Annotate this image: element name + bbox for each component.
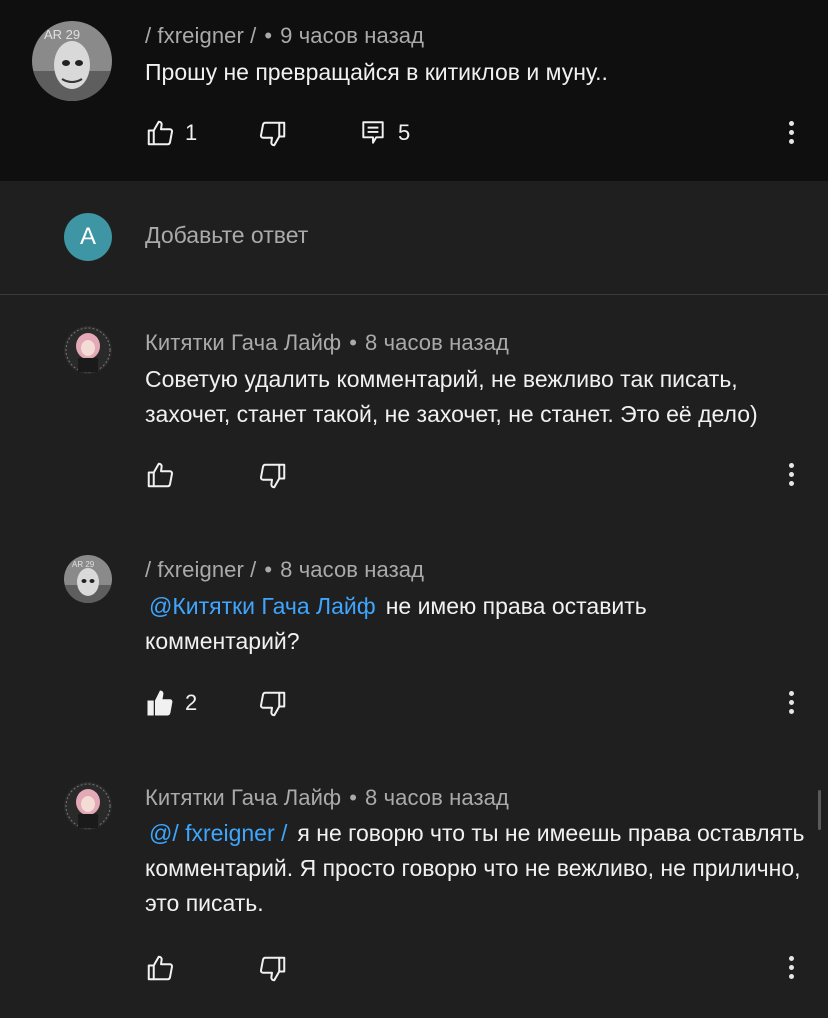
mention-link[interactable]: @Китятки Гача Лайф <box>149 593 376 619</box>
comment-replies-icon <box>362 121 384 144</box>
thumb-up-icon <box>147 120 174 146</box>
comment-time: 9 часов назад <box>280 23 425 48</box>
comment-meta: / fxreigner / • 8 часов назад <box>145 557 424 583</box>
comment-meta: Китятки Гача Лайф • 8 часов назад <box>145 785 509 811</box>
replies-button[interactable]: 5 <box>360 119 410 147</box>
like-button[interactable] <box>145 460 175 490</box>
more-vertical-icon[interactable] <box>788 688 796 718</box>
author-avatar[interactable]: AR 29 <box>64 555 112 603</box>
thumb-down-icon <box>259 956 286 982</box>
author-avatar[interactable] <box>64 326 112 374</box>
comment-text: @Китятки Гача Лайф не имею права оставить… <box>145 589 805 659</box>
like-button[interactable] <box>145 953 175 983</box>
author-avatar[interactable]: AR 29 <box>32 21 112 101</box>
thumb-down-icon <box>259 463 286 489</box>
dislike-button[interactable] <box>258 119 288 149</box>
author-name[interactable]: Китятки Гача Лайф <box>145 330 341 355</box>
comment-text: @/ fxreigner / я не говорю что ты не имее… <box>145 816 805 921</box>
author-avatar[interactable] <box>64 782 112 830</box>
like-count: 2 <box>185 690 198 715</box>
like-button[interactable]: 1 <box>145 118 197 148</box>
comment-meta: Китятки Гача Лайф • 8 часов назад <box>145 330 509 356</box>
comment-meta: / fxreigner / • 9 часов назад <box>145 23 424 49</box>
thumb-down-icon <box>259 691 286 717</box>
reply-input-row[interactable] <box>0 181 828 295</box>
thumb-up-filled-icon <box>147 690 173 716</box>
dislike-button[interactable] <box>258 689 288 719</box>
separator-dot: • <box>264 557 273 582</box>
author-name[interactable]: / fxreigner / <box>145 23 256 48</box>
more-vertical-icon[interactable] <box>788 460 796 490</box>
separator-dot: • <box>349 785 358 810</box>
comment-time: 8 часов назад <box>365 330 509 355</box>
thumb-up-icon <box>147 462 174 488</box>
separator-dot: • <box>349 330 358 355</box>
author-name[interactable]: Китятки Гача Лайф <box>145 785 341 810</box>
more-vertical-icon[interactable] <box>788 118 796 148</box>
svg-text:AR 29: AR 29 <box>44 27 80 42</box>
comment-time: 8 часов назад <box>280 557 425 582</box>
thumb-down-icon <box>259 121 286 147</box>
top-comment: AR 29 / fxreigner / • 9 часов назад Прошу … <box>0 0 828 181</box>
dislike-button[interactable] <box>258 461 288 491</box>
dislike-button[interactable] <box>258 954 288 984</box>
more-vertical-icon[interactable] <box>788 953 796 983</box>
thumb-up-icon <box>147 955 174 981</box>
replies-count: 5 <box>398 120 411 145</box>
user-avatar: A <box>64 213 112 261</box>
mention-link[interactable]: @/ fxreigner / <box>149 820 287 846</box>
separator-dot: • <box>264 23 273 48</box>
comment-text: Прошу не превращайся в китиклов и муну.. <box>145 59 608 85</box>
reply-input[interactable]: Добавьте ответ <box>145 222 308 249</box>
like-count: 1 <box>185 120 198 145</box>
comment-text: Советую удалить комментарий, не вежливо … <box>145 366 758 427</box>
like-button[interactable]: 2 <box>145 688 197 718</box>
author-name[interactable]: / fxreigner / <box>145 557 256 582</box>
scrollbar[interactable] <box>818 790 821 830</box>
svg-text:AR 29: AR 29 <box>72 560 95 569</box>
comment-time: 8 часов назад <box>365 785 509 810</box>
